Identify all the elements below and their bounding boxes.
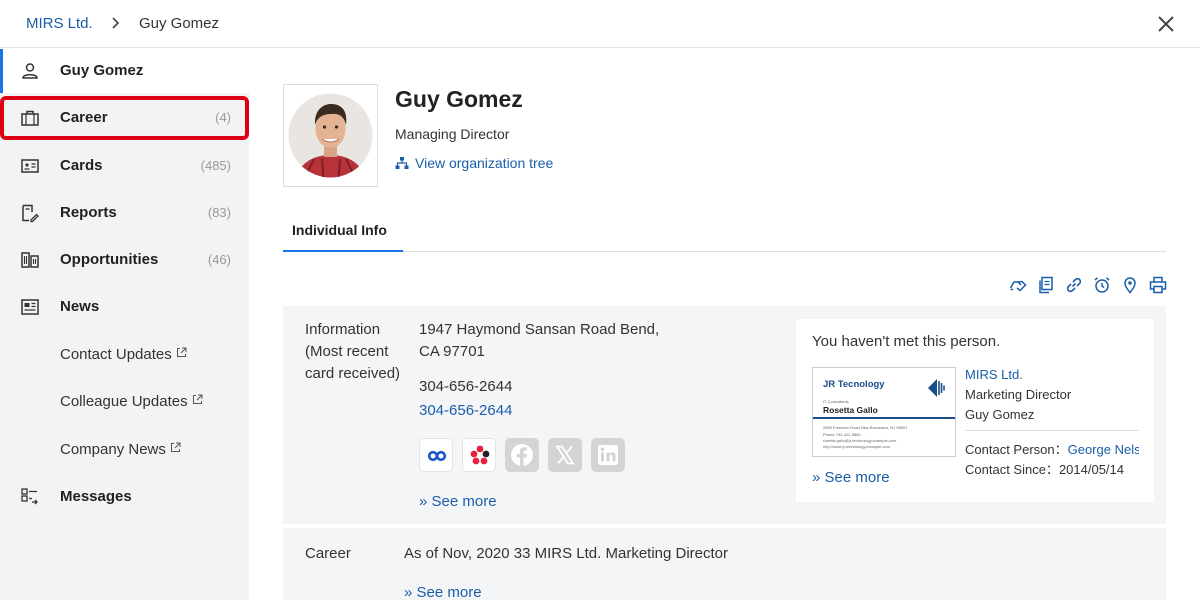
facebook-icon[interactable] xyxy=(505,438,539,472)
card-company-link[interactable]: MIRS Ltd. xyxy=(965,367,1023,382)
profile-name: Guy Gomez xyxy=(395,86,523,112)
career-label: Career xyxy=(305,545,351,562)
view-organization-tree-link[interactable]: View organization tree xyxy=(395,155,553,171)
copy-icon[interactable] xyxy=(1037,276,1055,294)
top-bar: MIRS Ltd. Guy Gomez xyxy=(0,0,1200,48)
business-card-phone: Phone 732-422-5860 xyxy=(823,432,861,437)
sidebar-item-cards[interactable]: Cards (485) xyxy=(0,144,249,188)
handshake-icon[interactable] xyxy=(1009,276,1027,294)
business-card-divider xyxy=(813,417,955,419)
sidebar-item-count: (46) xyxy=(207,252,231,267)
sidebar-item-count: (485) xyxy=(200,158,231,173)
information-label: Information (Most recent card received) xyxy=(305,321,401,382)
sidebar-subitem-contact-updates[interactable]: Contact Updates xyxy=(60,346,187,363)
sidebar-item-career[interactable]: Career (4) xyxy=(0,96,249,140)
info-see-more-link[interactable]: » See more xyxy=(419,493,497,510)
business-card-company: JR Tecnology xyxy=(823,379,885,390)
business-card-name: Rosetta Gallo xyxy=(823,405,878,415)
link-icon[interactable] xyxy=(1065,276,1083,294)
contact-person-row: Contact Person：George Nelson xyxy=(965,439,1139,458)
phone-text: 304-656-2644 xyxy=(419,378,513,395)
newspaper-icon xyxy=(21,299,39,315)
sidebar-subitem-label: Colleague Updates xyxy=(60,393,188,410)
avatar xyxy=(288,93,373,178)
alarm-icon[interactable] xyxy=(1093,276,1111,294)
tab-bar: Individual Info xyxy=(283,212,1166,252)
sidebar-subitem-label: Company News xyxy=(60,441,166,458)
sidebar-item-reports[interactable]: Reports (83) xyxy=(0,191,249,235)
phone-link[interactable]: 304-656-2644 xyxy=(419,402,512,419)
sidebar-item-label: Cards xyxy=(60,157,103,174)
id-card-icon xyxy=(21,159,39,173)
card-title: Marketing Director xyxy=(965,387,1072,402)
buildings-icon xyxy=(21,252,39,268)
print-icon[interactable] xyxy=(1149,276,1167,294)
contact-since-label: Contact Since： xyxy=(965,462,1059,477)
career-see-more-link[interactable]: » See more xyxy=(404,584,482,600)
business-card-url: http://www.jr-technology.example.com xyxy=(823,444,891,449)
sidebar-subitem-colleague-updates[interactable]: Colleague Updates xyxy=(60,393,203,410)
business-card-address: 2689 Freedom Road New Brunswick, NJ 0890… xyxy=(823,425,908,430)
company-logo-icon xyxy=(928,379,945,397)
location-pin-icon[interactable] xyxy=(1121,276,1139,294)
sidebar-item-label: Reports xyxy=(60,204,117,221)
sidebar-subitem-label: Contact Updates xyxy=(60,346,172,363)
sidebar-item-label: Guy Gomez xyxy=(60,62,144,79)
met-status-text: You haven't met this person. xyxy=(812,333,1001,350)
card-see-more-link[interactable]: » See more xyxy=(812,469,890,486)
linked-rings-icon[interactable] xyxy=(419,438,453,472)
contact-since-row: Contact Since：2014/05/14 xyxy=(965,459,1124,478)
external-link-icon xyxy=(176,347,187,357)
career-text: As of Nov, 2020 33 MIRS Ltd. Marketing D… xyxy=(404,545,729,562)
briefcase-icon xyxy=(21,110,39,126)
contact-since-value: 2014/05/14 xyxy=(1058,462,1125,477)
card-divider xyxy=(965,430,1139,431)
business-card-thumbnail[interactable]: JR Tecnology IT Consultants Rosetta Gall… xyxy=(812,367,956,457)
card-person-name: Guy Gomez xyxy=(965,407,1035,422)
sidebar-item-opportunities[interactable]: Opportunities (46) xyxy=(0,238,249,282)
profile-title: Managing Director xyxy=(395,126,510,142)
sidebar-item-messages[interactable]: Messages xyxy=(0,475,249,519)
org-tree-icon xyxy=(395,157,409,169)
sidebar: Guy Gomez Career (4) Cards (485) Reports… xyxy=(0,49,249,600)
person-icon xyxy=(22,63,38,79)
breadcrumb-parent-link[interactable]: MIRS Ltd. xyxy=(26,15,93,32)
sidebar-item-label: Career xyxy=(60,109,108,126)
sidebar-item-label: Opportunities xyxy=(60,251,159,268)
close-icon[interactable] xyxy=(1154,12,1178,36)
linkedin-icon[interactable] xyxy=(591,438,625,472)
sidebar-item-count: (83) xyxy=(207,205,231,220)
profile-photo xyxy=(283,84,378,187)
breadcrumb-current: Guy Gomez xyxy=(139,15,220,32)
report-edit-icon xyxy=(22,204,39,223)
sidebar-item-profile[interactable]: Guy Gomez xyxy=(0,49,249,93)
dots-app-icon[interactable] xyxy=(462,438,496,472)
sidebar-item-count: (4) xyxy=(215,110,231,125)
external-link-icon xyxy=(170,442,181,452)
view-organization-tree-label: View organization tree xyxy=(415,155,554,171)
business-card-tagline: IT Consultants xyxy=(823,399,849,404)
sidebar-item-label: Messages xyxy=(60,488,132,505)
business-card-email: rosetta.gallo@jr-technology.example.com xyxy=(823,438,897,443)
sidebar-item-news[interactable]: News xyxy=(0,285,249,329)
tab-individual-info[interactable]: Individual Info xyxy=(283,212,403,252)
contact-person-label: Contact Person： xyxy=(965,442,1068,457)
chevron-right-icon xyxy=(112,17,120,29)
messages-icon xyxy=(21,488,38,505)
sidebar-subitem-company-news[interactable]: Company News xyxy=(60,441,181,458)
address-text: 1947 Haymond Sansan Road Bend, CA 97701 xyxy=(419,321,660,360)
external-link-icon xyxy=(192,394,203,404)
contact-person-link[interactable]: George Nelson xyxy=(1068,442,1139,457)
sidebar-item-label: News xyxy=(60,298,100,315)
x-icon[interactable] xyxy=(548,438,582,472)
